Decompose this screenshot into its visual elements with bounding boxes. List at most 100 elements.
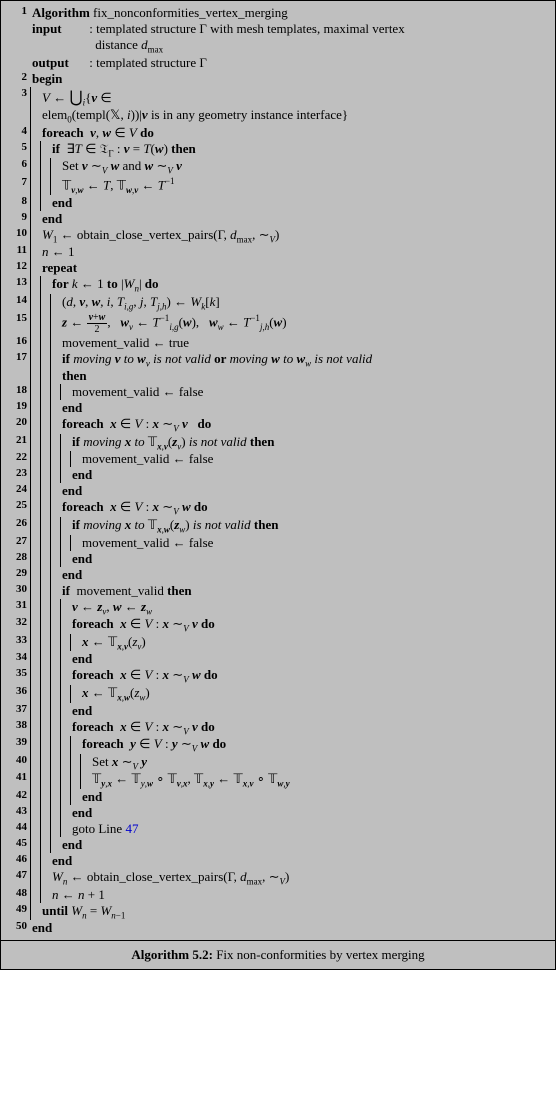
line-number: 40	[3, 754, 30, 772]
line-number: 26	[3, 517, 30, 535]
algo-line: 4foreach v, w ∈ V do	[3, 125, 549, 141]
line-number: 4	[3, 125, 30, 141]
indent-bars	[30, 599, 70, 617]
line-number: 39	[3, 736, 30, 754]
line-number: 45	[3, 837, 30, 853]
line-number: 41	[3, 771, 30, 789]
indent-bars	[30, 416, 60, 434]
line-number: 38	[3, 719, 30, 737]
line-content: n ← 1	[40, 244, 549, 260]
line-number: 20	[3, 416, 30, 434]
algo-line: 38 foreach x ∈ V : x ∼V v do	[3, 719, 549, 737]
algo-line: 28end	[3, 551, 549, 567]
indent-bars	[30, 567, 60, 583]
algo-line: 48n ← n + 1	[3, 887, 549, 903]
line-content: foreach x ∈ V : x ∼V v do	[70, 719, 549, 737]
algo-line: 32foreach x ∈ V : x ∼V v do	[3, 616, 549, 634]
algo-line: 12repeat	[3, 260, 549, 276]
line-number: 48	[3, 887, 30, 903]
indent-bars	[30, 837, 60, 853]
algo-line: 20foreach x ∈ V : x ∼V v do	[3, 416, 549, 434]
line-number: 14	[3, 294, 30, 312]
indent-bars	[30, 176, 60, 195]
line-number: 15	[3, 312, 30, 335]
indent-bars	[30, 517, 70, 535]
algo-line: 34end	[3, 651, 549, 667]
line-number: 6	[3, 158, 30, 176]
line-content: end	[50, 195, 549, 211]
line-content: z ← v+w2, wv ← T−1i,g(w), ww ← T−1j,h(w)	[60, 312, 549, 335]
line-content: end	[30, 920, 549, 936]
line-number	[3, 21, 30, 37]
line-content: input : templated structure Γ with mesh …	[30, 21, 549, 37]
line-content: if moving x to 𝕋x,v(zv) is not valid the…	[70, 434, 549, 452]
line-content: if moving v to wv is not valid or moving…	[60, 351, 549, 369]
line-number	[3, 37, 30, 55]
algo-line: 1Algorithm fix_nonconformities_vertex_me…	[3, 5, 549, 21]
indent-bars	[30, 805, 70, 821]
indent-bars	[30, 244, 40, 260]
indent-bars	[30, 335, 60, 351]
indent-bars	[30, 125, 40, 141]
algo-line: 33x ← 𝕋x,v(zv)	[3, 634, 549, 652]
indent-bars	[30, 685, 80, 703]
line-number: 3	[3, 87, 30, 108]
line-number: 47	[3, 869, 30, 887]
algo-line: 36x ← 𝕋x,w(zw)	[3, 685, 549, 703]
line-content: end	[60, 837, 549, 853]
line-content: repeat	[40, 260, 549, 276]
indent-bars	[30, 869, 50, 887]
algo-line: 26if moving x to 𝕋x,w(zw) is not valid t…	[3, 517, 549, 535]
line-content: 𝕋y,x ← 𝕋y,w ∘ 𝕋v,x, 𝕋x,y ← 𝕋x,v ∘ 𝕋w,y	[90, 771, 549, 789]
line-number: 33	[3, 634, 30, 652]
indent-bars	[30, 467, 70, 483]
indent-bars	[30, 736, 80, 754]
line-content: output : templated structure Γ	[30, 55, 549, 71]
line-number: 31	[3, 599, 30, 617]
indent-bars	[30, 260, 40, 276]
line-content: end	[80, 789, 549, 805]
line-content: foreach x ∈ V : x ∼V w do	[60, 499, 549, 517]
line-content: foreach x ∈ V : x ∼V w do	[70, 667, 549, 685]
algo-line: then	[3, 368, 549, 384]
algo-line: 39foreach y ∈ V : y ∼V w do	[3, 736, 549, 754]
line-content: end	[60, 400, 549, 416]
indent-bars	[30, 141, 50, 159]
indent-bars	[30, 887, 50, 903]
algo-line: 17if moving v to wv is not valid or movi…	[3, 351, 549, 369]
algo-line: 6 Set v ∼V w and w ∼V v	[3, 158, 549, 176]
algo-line: 10W1 ← obtain_close_vertex_pairs(Γ, dmax…	[3, 227, 549, 245]
line-content: V ← ⋃i{v ∈	[40, 87, 549, 108]
line-number	[3, 55, 30, 71]
algo-line: elem0(templ(𝕏, i))|v is in any geometry …	[3, 107, 549, 125]
algo-line: 47Wn ← obtain_close_vertex_pairs(Γ, dmax…	[3, 869, 549, 887]
caption-text: Fix non-conformities by vertex merging	[213, 947, 425, 962]
indent-bars	[30, 771, 90, 789]
algo-line: 42end	[3, 789, 549, 805]
algo-line: 19end	[3, 400, 549, 416]
line-content: Set v ∼V w and w ∼V v	[60, 158, 549, 176]
indent-bars	[30, 616, 70, 634]
line-number: 23	[3, 467, 30, 483]
indent-bars	[30, 368, 60, 384]
algo-line: 45 end	[3, 837, 549, 853]
algo-line: 37end	[3, 703, 549, 719]
line-content: end	[40, 211, 549, 227]
indent-bars	[30, 400, 60, 416]
indent-bars	[30, 535, 80, 551]
line-content: W1 ← obtain_close_vertex_pairs(Γ, dmax, …	[40, 227, 549, 245]
algorithm-block: 1Algorithm fix_nonconformities_vertex_me…	[0, 0, 556, 970]
line-content: then	[60, 368, 549, 384]
algo-line: 3 V ← ⋃i{v ∈	[3, 87, 549, 108]
algo-line: 25foreach x ∈ V : x ∼V w do	[3, 499, 549, 517]
algo-line: 8end	[3, 195, 549, 211]
line-content: foreach x ∈ V : x ∼V v do	[70, 616, 549, 634]
indent-bars	[30, 499, 60, 517]
indent-bars	[30, 903, 40, 921]
indent-bars	[30, 158, 60, 176]
line-number: 46	[3, 853, 30, 869]
line-number: 2	[3, 71, 30, 87]
algo-line: 41 𝕋y,x ← 𝕋y,w ∘ 𝕋v,x, 𝕋x,y ← 𝕋x,v ∘ 𝕋w,y	[3, 771, 549, 789]
algorithm-caption: Algorithm 5.2: Fix non-conformities by v…	[0, 941, 556, 970]
indent-bars	[30, 227, 40, 245]
